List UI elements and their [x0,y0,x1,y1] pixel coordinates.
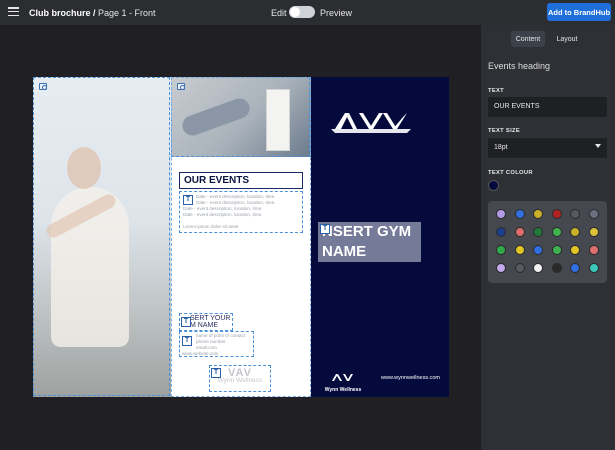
events-text-box[interactable]: T Date - event description, location, ti… [179,191,303,233]
text-colour-label: TEXT COLOUR [488,170,533,176]
text-size-value: 18pt [494,144,508,151]
middle-logo[interactable]: T VAV Wynn Wellness [209,365,271,392]
tab-content[interactable]: Content [511,31,545,47]
breadcrumb: Club brochure / Page 1 - Front [29,8,156,18]
colour-swatch[interactable] [588,245,599,255]
lorem-line: Lorem ipsum dolor sit amet [183,224,239,229]
text-icon: T [183,195,193,205]
image-icon[interactable] [39,83,47,90]
contact-text-box[interactable]: T name of point of contact phone number … [179,331,254,357]
event-line: Date - event description, location, time… [196,200,276,205]
event-line: Date - event description, location, time… [183,212,263,217]
menu-icon[interactable] [8,7,19,17]
left-photo-selection [33,77,170,396]
text-icon: T [181,317,191,327]
panel-tabs: Content Layout [511,31,591,47]
chevron-down-icon [595,144,601,148]
colour-swatch[interactable] [514,227,525,237]
properties-panel: Content Layout Events heading TEXT OUR E… [481,25,615,450]
text-input[interactable]: OUR EVENTS [488,97,607,117]
tab-layout[interactable]: Layout [551,31,583,47]
edit-label: Edit [271,8,287,18]
colour-swatch[interactable] [551,263,562,273]
contact-line: www.website.com [182,351,219,356]
small-logo[interactable]: Wynn Wellness [323,369,363,393]
text-icon: T [182,336,192,346]
page-label: Page 1 - Front [98,8,156,18]
colour-swatch[interactable] [533,263,543,273]
contact-line: email.com [196,345,217,350]
gym-name-line: NAME [322,243,367,260]
colour-swatch[interactable] [570,263,580,273]
panel-heading: Events heading [488,61,551,71]
colour-swatch[interactable] [514,209,525,219]
colour-swatch[interactable] [496,245,506,255]
colour-swatch[interactable] [570,209,580,219]
current-colour-swatch[interactable] [488,180,499,191]
colour-swatch[interactable] [496,227,506,237]
contact-line: phone number [196,339,226,344]
colour-swatch[interactable] [570,245,580,255]
text-icon: T [211,368,221,378]
gym-name-line: M NAME [190,322,218,329]
colour-swatch[interactable] [514,263,525,273]
small-logo-icon [332,374,353,381]
cover-panel: NSERT GYM NAME T Wynn Wellness www.wynnw… [311,77,449,397]
text-icon: T [320,224,330,234]
edit-preview-toggle[interactable] [289,6,315,18]
preview-label: Preview [320,8,353,18]
top-bar: Club brochure / Page 1 - Front Edit Prev… [0,0,615,25]
contact-line: name of point of contact [196,333,246,338]
colour-swatch[interactable] [588,227,599,237]
colour-swatch[interactable] [533,227,543,237]
text-label: TEXT [488,88,505,94]
colour-swatch[interactable] [533,209,543,219]
add-to-brandhub-button[interactable]: Add to BrandHub [547,3,611,21]
colour-swatch[interactable] [514,245,525,255]
editor-canvas: OUR EVENTS T Date - event description, l… [0,25,481,450]
colour-swatch[interactable] [496,209,506,219]
colour-swatch[interactable] [588,209,599,219]
events-heading[interactable]: OUR EVENTS [179,172,303,189]
middle-panel: OUR EVENTS T Date - event description, l… [171,77,311,397]
gym-name-line: NSERT GYM [322,223,412,240]
website-url[interactable]: www.wynnwellness.com [381,375,440,381]
brand-logo-icon[interactable] [331,107,411,135]
colour-swatch[interactable] [551,227,562,237]
colour-swatch[interactable] [533,245,543,255]
colour-swatch[interactable] [496,263,506,273]
text-size-select[interactable]: 18pt [488,138,607,158]
gym-name-line: SERT YOUR [190,315,231,322]
doc-title[interactable]: Club brochure / [29,8,96,18]
gym-name-heading[interactable]: NSERT GYM NAME [318,222,421,262]
text-size-label: TEXT SIZE [488,128,521,134]
event-line: Date - event description, location, time… [183,206,263,211]
logo-name: Wynn Wellness [217,377,263,384]
colour-swatch[interactable] [551,245,562,255]
toggle-knob [290,7,300,17]
event-line: Date - event description, location, time… [196,194,276,199]
brochure-page: OUR EVENTS T Date - event description, l… [33,77,449,397]
colour-swatch[interactable] [570,227,580,237]
colour-palette [488,201,607,283]
colour-swatch[interactable] [588,263,599,273]
gym-name-text-box[interactable]: T SERT YOUR M NAME [179,313,233,331]
colour-swatch[interactable] [551,209,562,219]
small-logo-name: Wynn Wellness [324,387,362,393]
